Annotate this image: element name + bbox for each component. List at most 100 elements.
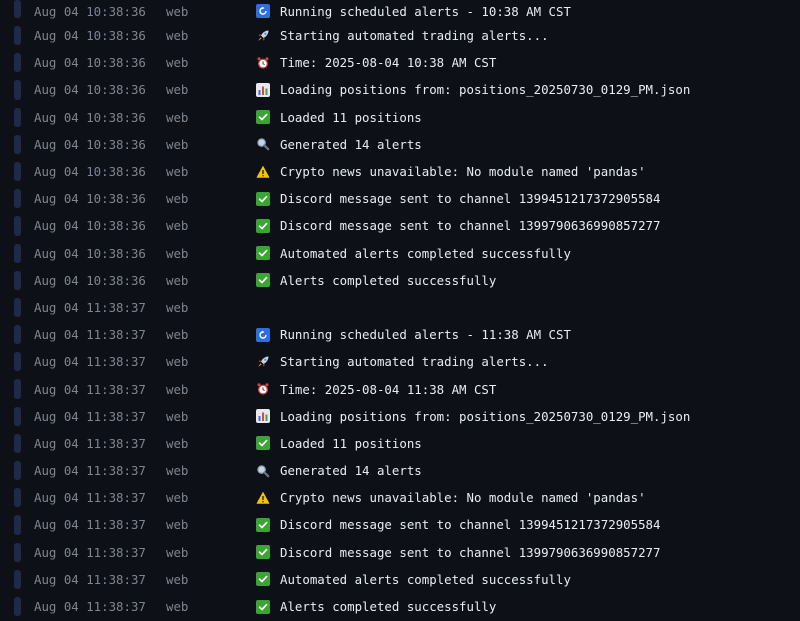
row-marker — [14, 406, 21, 426]
log-source: web — [166, 327, 189, 343]
log-row[interactable]: Aug 04 10:38:36 web Crypto news unavaila… — [0, 158, 800, 185]
row-marker — [14, 325, 21, 345]
log-source: web — [166, 55, 189, 71]
log-source: web — [166, 463, 189, 479]
log-row[interactable]: Aug 04 10:38:36 web Time: 2025-08-04 10:… — [0, 49, 800, 76]
check-icon — [256, 517, 270, 532]
log-row[interactable]: Aug 04 11:38:37 web — [0, 294, 800, 321]
row-marker — [14, 461, 21, 481]
log-row[interactable]: Aug 04 11:38:37 web Running scheduled al… — [0, 321, 800, 348]
log-source: web — [166, 82, 189, 98]
row-marker — [14, 433, 21, 453]
row-marker — [14, 488, 21, 508]
log-timestamp: Aug 04 11:38:37 — [34, 408, 146, 424]
log-timestamp: Aug 04 11:38:37 — [34, 490, 146, 506]
log-row[interactable]: Aug 04 11:38:37 web Discord message sent… — [0, 511, 800, 538]
log-timestamp: Aug 04 10:38:36 — [34, 28, 146, 44]
log-row[interactable]: Aug 04 11:38:37 web Alerts completed suc… — [0, 593, 800, 620]
log-row[interactable]: Aug 04 11:38:37 web Discord message sent… — [0, 539, 800, 566]
log-message-text: Crypto news unavailable: No module named… — [280, 490, 646, 506]
log-row[interactable]: Aug 04 10:38:36 web Alerts completed suc… — [0, 267, 800, 294]
log-message-text: Loading positions from: positions_202507… — [280, 408, 691, 424]
bar-chart-icon — [256, 82, 270, 97]
log-source: web — [166, 245, 189, 261]
log-timestamp: Aug 04 11:38:37 — [34, 435, 146, 451]
log-message: Automated alerts completed successfully — [256, 572, 571, 587]
alarm-clock-icon — [256, 56, 270, 70]
log-timestamp: Aug 04 10:38:36 — [34, 3, 146, 19]
row-marker — [14, 515, 21, 535]
check-icon — [256, 599, 270, 614]
log-row[interactable]: Aug 04 11:38:37 web Time: 2025-08-04 11:… — [0, 375, 800, 402]
refresh-icon — [256, 4, 270, 18]
log-source: web — [166, 381, 189, 397]
log-source: web — [166, 408, 189, 424]
magnifier-icon — [256, 137, 270, 151]
row-marker — [14, 26, 21, 46]
check-icon — [256, 218, 270, 233]
log-source: web — [166, 599, 189, 615]
log-row[interactable]: Aug 04 11:38:37 web Generated 14 alerts — [0, 457, 800, 484]
log-message: Generated 14 alerts — [256, 137, 422, 152]
rocket-icon — [256, 355, 270, 369]
log-source: web — [166, 544, 189, 560]
log-source: web — [166, 136, 189, 152]
bar-chart-icon — [256, 409, 270, 424]
log-row[interactable]: Aug 04 10:38:36 web Automated alerts com… — [0, 240, 800, 267]
log-timestamp: Aug 04 11:38:37 — [34, 463, 146, 479]
log-source: web — [166, 191, 189, 207]
row-marker — [14, 53, 21, 73]
log-viewer: Aug 04 10:38:36 web Running scheduled al… — [0, 0, 800, 621]
log-row[interactable]: Aug 04 11:38:37 web Automated alerts com… — [0, 566, 800, 593]
log-message: Loading positions from: positions_202507… — [256, 409, 690, 424]
row-marker — [14, 189, 21, 209]
log-row[interactable]: Aug 04 10:38:36 web Loading positions fr… — [0, 76, 800, 103]
log-row[interactable]: Aug 04 10:38:36 web Running scheduled al… — [0, 0, 800, 22]
log-message-text: Starting automated trading alerts... — [280, 28, 549, 44]
row-marker — [14, 596, 21, 617]
log-timestamp: Aug 04 10:38:36 — [34, 272, 146, 288]
log-row[interactable]: Aug 04 10:38:36 web Loaded 11 positions — [0, 104, 800, 131]
log-message-text: Discord message sent to channel 13994512… — [280, 517, 661, 533]
log-timestamp: Aug 04 10:38:36 — [34, 218, 146, 234]
log-message: Running scheduled alerts - 10:38 AM CST — [256, 4, 571, 19]
log-source: web — [166, 517, 189, 533]
log-message-text: Generated 14 alerts — [280, 463, 422, 479]
log-row[interactable]: Aug 04 10:38:36 web Discord message sent… — [0, 185, 800, 212]
log-message: Discord message sent to channel 13997906… — [256, 545, 660, 560]
log-row[interactable]: Aug 04 11:38:37 web Loaded 11 positions — [0, 430, 800, 457]
log-row[interactable]: Aug 04 10:38:36 web Starting automated t… — [0, 22, 800, 49]
log-message-text: Alerts completed successfully — [280, 272, 497, 288]
log-message: Alerts completed successfully — [256, 273, 496, 288]
log-timestamp: Aug 04 11:38:37 — [34, 299, 146, 315]
log-source: web — [166, 218, 189, 234]
log-row[interactable]: Aug 04 11:38:37 web Starting automated t… — [0, 348, 800, 375]
check-icon — [256, 572, 270, 587]
log-row[interactable]: Aug 04 11:38:37 web Loading positions fr… — [0, 403, 800, 430]
row-marker — [14, 80, 21, 100]
log-source: web — [166, 435, 189, 451]
log-row[interactable]: Aug 04 11:38:37 web Crypto news unavaila… — [0, 484, 800, 511]
log-timestamp: Aug 04 11:38:37 — [34, 517, 146, 533]
check-icon — [256, 246, 270, 261]
magnifier-icon — [256, 464, 270, 478]
log-timestamp: Aug 04 10:38:36 — [34, 55, 146, 71]
log-timestamp: Aug 04 10:38:36 — [34, 191, 146, 207]
row-marker — [14, 569, 21, 589]
log-source: web — [166, 354, 189, 370]
log-message: Time: 2025-08-04 11:38 AM CST — [256, 382, 496, 397]
log-message: Crypto news unavailable: No module named… — [256, 164, 646, 179]
row-marker — [14, 297, 21, 318]
log-message-text: Time: 2025-08-04 11:38 AM CST — [280, 381, 497, 397]
log-message: Loaded 11 positions — [256, 110, 422, 125]
log-timestamp: Aug 04 10:38:36 — [34, 164, 146, 180]
row-marker — [14, 0, 21, 18]
row-marker — [14, 542, 21, 562]
log-row[interactable]: Aug 04 10:38:36 web Generated 14 alerts — [0, 131, 800, 158]
log-message-text: Loaded 11 positions — [280, 435, 422, 451]
check-icon — [256, 273, 270, 288]
log-timestamp: Aug 04 10:38:36 — [34, 82, 146, 98]
log-message: Alerts completed successfully — [256, 599, 496, 614]
log-row[interactable]: Aug 04 10:38:36 web Discord message sent… — [0, 212, 800, 239]
log-source: web — [166, 164, 189, 180]
